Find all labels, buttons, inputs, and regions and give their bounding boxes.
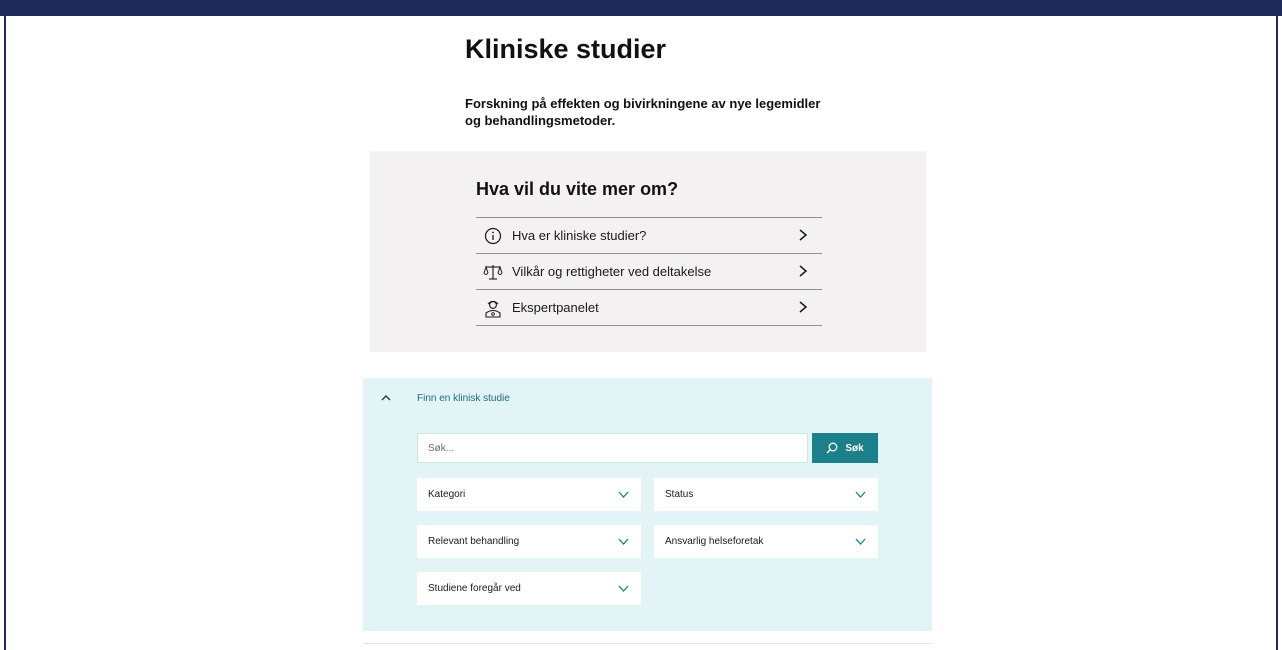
link-vilkar-og-rettigheter[interactable]: Vilkår og rettigheter ved deltakelse (476, 254, 822, 290)
scales-icon (483, 262, 503, 282)
top-brand-bar (0, 0, 1282, 16)
finn-studie-toggle[interactable]: Finn en klinisk studie (375, 388, 510, 408)
chevron-right-icon (799, 229, 808, 241)
filter-studiene-foregar-ved[interactable]: Studiene foregår ved (417, 572, 641, 605)
info-link-list: Hva er kliniske studier? Vilkår og retti… (476, 217, 822, 326)
filter-kategori[interactable]: Kategori (417, 478, 641, 511)
info-circle-icon (483, 226, 503, 246)
link-label: Ekspertpanelet (512, 300, 599, 315)
chevron-down-icon (618, 538, 629, 545)
filter-ansvarlig-helseforetak[interactable]: Ansvarlig helseforetak (654, 525, 878, 558)
search-icon (826, 442, 838, 454)
chevron-down-icon (618, 585, 629, 592)
frame-border-right (1276, 16, 1278, 650)
chevron-down-icon (618, 491, 629, 498)
filter-label: Relevant behandling (428, 536, 520, 547)
link-label: Vilkår og rettigheter ved deltakelse (512, 264, 712, 279)
filter-label: Status (665, 489, 694, 500)
search-button-label: Søk (845, 442, 864, 454)
chevron-up-icon (381, 395, 391, 401)
page-title: Kliniske studier (465, 34, 667, 64)
frame-border-left (4, 16, 6, 650)
link-hva-er-kliniske-studier[interactable]: Hva er kliniske studier? (476, 218, 822, 254)
search-panel: Finn en klinisk studie Søk Kategori Stat… (363, 378, 932, 631)
search-input[interactable] (417, 433, 808, 463)
filter-label: Studiene foregår ved (428, 583, 521, 594)
chevron-down-icon (855, 538, 866, 545)
info-box: Hva vil du vite mer om? Hva er kliniske … (370, 151, 926, 352)
finn-studie-label: Finn en klinisk studie (417, 392, 510, 404)
filter-relevant-behandling[interactable]: Relevant behandling (417, 525, 641, 558)
filter-label: Ansvarlig helseforetak (665, 536, 764, 547)
filter-label: Kategori (428, 489, 466, 500)
search-button[interactable]: Søk (812, 433, 878, 463)
filter-status[interactable]: Status (654, 478, 878, 511)
chevron-down-icon (855, 491, 866, 498)
info-heading: Hva vil du vite mer om? (476, 179, 679, 199)
divider (363, 643, 932, 644)
chevron-right-icon (799, 265, 808, 277)
link-label: Hva er kliniske studier? (512, 228, 647, 243)
chevron-right-icon (799, 301, 808, 313)
page-intro: Forskning på effekten og bivirkningene a… (465, 96, 821, 128)
link-ekspertpanelet[interactable]: Ekspertpanelet (476, 290, 822, 326)
doctor-icon (483, 298, 503, 318)
